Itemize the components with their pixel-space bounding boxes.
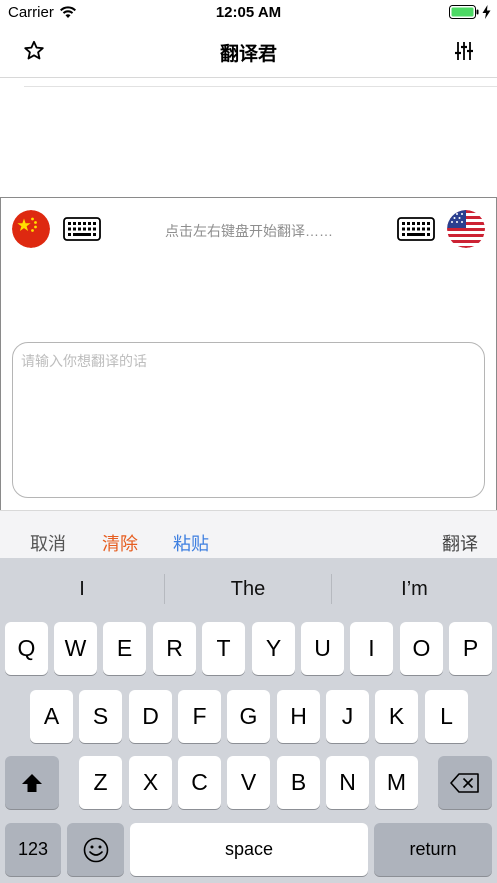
key[interactable]: D [129,690,172,743]
key[interactable]: J [326,690,369,743]
key[interactable]: Y [252,622,295,675]
shift-key[interactable] [5,756,59,809]
key[interactable]: F [178,690,221,743]
clear-button[interactable]: 清除 [102,530,138,556]
key[interactable]: Q [5,622,48,675]
suggestion-bar: I The I’m [0,558,497,616]
translation-panel: 点击左右键盘开始翻译…… [0,197,497,510]
suggestion-item[interactable]: I [0,578,164,601]
key[interactable]: O [400,622,443,675]
key[interactable]: B [277,756,320,809]
key[interactable]: R [153,622,196,675]
sliders-icon[interactable] [452,39,476,63]
keyboard: I The I’m Q W E R T Y U I O P A S D F G … [0,558,497,883]
key[interactable]: P [449,622,492,675]
input-toolbar: 取消 清除 粘贴 翻译 [0,510,497,558]
cancel-button[interactable]: 取消 [30,530,66,556]
nav-bar: 翻译君 [0,26,497,78]
key[interactable]: A [30,690,73,743]
translate-input[interactable] [12,342,485,498]
key[interactable]: G [227,690,270,743]
key[interactable]: N [326,756,369,809]
return-key[interactable]: return [374,823,492,876]
key[interactable]: T [202,622,245,675]
key[interactable]: U [301,622,344,675]
translate-hint: 点击左右键盘开始翻译…… [165,223,333,239]
emoji-icon [83,837,108,862]
key[interactable]: E [103,622,146,675]
key[interactable]: M [375,756,418,809]
key[interactable]: I [350,622,393,675]
china-flag-icon[interactable] [12,210,50,248]
shift-icon [22,773,42,792]
key[interactable]: Z [79,756,122,809]
battery-icon [449,5,479,19]
key[interactable]: V [227,756,270,809]
keyboard-icon[interactable] [63,217,101,241]
delete-key[interactable] [438,756,492,809]
status-bar: Carrier 12:05 AM [0,0,497,26]
suggestion-item[interactable]: I’m [332,578,497,601]
space-key[interactable]: space [130,823,368,876]
usa-flag-icon[interactable] [447,210,485,248]
divider [24,86,497,87]
paste-button[interactable]: 粘贴 [173,530,209,556]
keyboard-icon[interactable] [397,217,435,241]
charging-icon [482,5,491,19]
numbers-key[interactable]: 123 [5,823,61,876]
key[interactable]: C [178,756,221,809]
key[interactable]: W [54,622,97,675]
key[interactable]: H [277,690,320,743]
key[interactable]: K [375,690,418,743]
backspace-icon [450,772,479,793]
key[interactable]: S [79,690,122,743]
status-time: 12:05 AM [215,4,282,21]
translate-button[interactable]: 翻译 [442,530,478,556]
key[interactable]: X [129,756,172,809]
page-title: 翻译君 [219,44,277,65]
suggestion-item[interactable]: The [165,578,331,601]
key[interactable]: L [425,690,468,743]
emoji-key[interactable] [67,823,124,876]
